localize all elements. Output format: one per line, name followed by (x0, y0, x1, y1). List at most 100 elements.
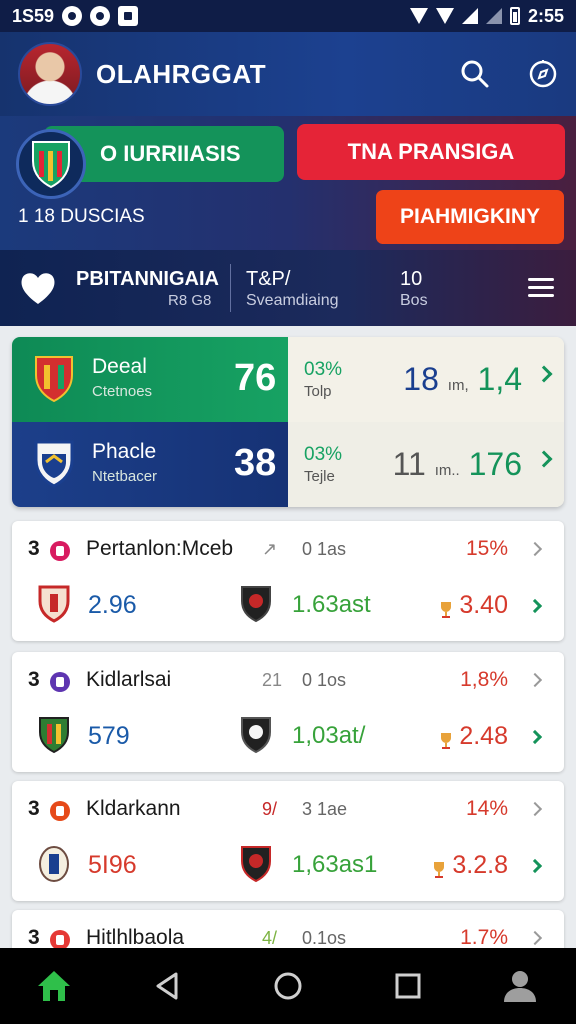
match-name: Pertanlon:Mceb (86, 537, 234, 560)
featured-row[interactable]: Phacle Ntetbacer 38 03% Tejle 11 ım.. 17… (12, 422, 564, 507)
league-count-sub: Bos (400, 292, 428, 309)
team-sub: Ctetnoes (92, 383, 153, 400)
home-odds: 5I96 (88, 851, 137, 879)
trend-indicator: 4/ (262, 928, 278, 948)
app-title: OLAHRGGAT (96, 58, 267, 89)
odds-value: 11 ım.. 176 (392, 446, 522, 482)
red-promo-button[interactable]: TNA PRANSIGA (297, 124, 565, 180)
match-rank: 3 (28, 797, 40, 820)
tip-label: Tolp (304, 383, 332, 400)
trophy-icon (439, 597, 453, 619)
home-odds: 579 (88, 722, 130, 750)
home-circle-icon[interactable] (268, 966, 308, 1006)
home-crest-icon (39, 846, 69, 882)
match-card[interactable]: 3 Kidlarlsai 21 0 1os 1,8% 579 1,03at/ 2… (12, 652, 564, 772)
team-name: Phacle (92, 440, 157, 463)
chevron-right-icon[interactable] (527, 801, 543, 817)
team-sub: Ntetbacer (92, 468, 158, 485)
promo-band: O IURRIIASIS TNA PRANSIGA PIAHMIGKINY 1 … (0, 116, 576, 250)
league-name: PBITANNIGAIA (76, 268, 219, 290)
chevron-right-icon[interactable] (527, 930, 543, 946)
search-icon[interactable] (460, 59, 490, 89)
orange-promo-button[interactable]: PIAHMIGKINY (376, 190, 564, 244)
away-crest-icon (241, 846, 271, 883)
league-badge-icon (50, 930, 70, 950)
team-score: 76 (234, 357, 277, 399)
wifi-icon-2 (435, 8, 454, 24)
status-bar: 1S59 2:55 (0, 0, 576, 32)
away-crest-icon (241, 586, 271, 623)
home-icon[interactable] (34, 966, 74, 1006)
odds-value: 18 ım, 1,4 (403, 361, 522, 397)
league-bar: PBITANNIGAIA R8 G8 T&P/ Sveamdiaing 10 B… (0, 250, 576, 326)
match-time: 3 1ae (302, 799, 348, 819)
chevron-right-icon[interactable] (527, 541, 543, 557)
status-clock: 2:55 (527, 5, 564, 26)
avatar[interactable] (18, 42, 82, 106)
signal-icon-2 (485, 8, 502, 24)
club-crest-icon (16, 129, 86, 199)
home-odds: 2.96 (88, 591, 137, 619)
draw-odds: 1.63ast (292, 591, 371, 618)
match-percent: 15% (465, 537, 508, 560)
back-icon[interactable] (148, 966, 188, 1006)
league-badge-icon (50, 801, 70, 821)
match-name: Kidlarlsai (86, 668, 172, 691)
divider (230, 264, 231, 312)
profile-icon[interactable] (500, 966, 540, 1006)
win-percent: 03% (304, 359, 343, 380)
match-percent: 14% (465, 797, 508, 820)
match-rank: 3 (28, 926, 40, 949)
away-odds: 3.40 (439, 591, 508, 620)
recents-icon[interactable] (388, 966, 428, 1006)
match-name: Kldarkann (86, 797, 181, 820)
league-badge-icon (50, 672, 70, 692)
home-crest-icon (39, 717, 69, 754)
match-card[interactable]: 3 Kldarkann 9/ 3 1ae 14% 5I96 1,63as1 3.… (12, 781, 564, 901)
win-percent: 03% (304, 444, 343, 465)
away-odds: 3.2.8 (432, 851, 508, 880)
trend-indicator: 9/ (262, 799, 278, 819)
chevron-right-icon[interactable] (527, 598, 543, 614)
trophy-icon (439, 728, 453, 750)
chevron-right-icon[interactable] (527, 858, 543, 874)
trend-indicator: ↗ (262, 539, 278, 559)
trophy-icon (432, 857, 446, 879)
chevron-right-icon[interactable] (527, 729, 543, 745)
battery-icon (509, 7, 520, 25)
chevron-right-icon[interactable] (535, 450, 553, 468)
match-time: 0 1os (302, 670, 347, 690)
notification-icon (62, 6, 83, 26)
match-time: 0 1as (302, 539, 347, 559)
notification-icon-2 (90, 6, 111, 26)
system-nav-bar (0, 948, 576, 1024)
home-crest-icon (38, 585, 70, 623)
match-percent: 1.7% (460, 926, 508, 949)
favorite-icon[interactable] (18, 268, 58, 308)
featured-row[interactable]: Deeal Ctetnoes 76 03% Tolp 18 ım, 1,4 (12, 337, 564, 422)
match-rank: 3 (28, 668, 40, 691)
league-stat-sub: Sveamdiaing (246, 292, 339, 309)
trend-indicator: 21 (262, 670, 283, 690)
app-notification-icon (118, 6, 139, 26)
chevron-right-icon[interactable] (527, 672, 543, 688)
league-badge-icon (50, 541, 70, 561)
wifi-icon (409, 8, 428, 24)
menu-icon[interactable] (528, 278, 554, 298)
away-odds: 2.48 (439, 722, 508, 751)
team-crest-icon (34, 440, 74, 488)
featured-match-card[interactable]: Deeal Ctetnoes 76 03% Tolp 18 ım, 1,4 Ph… (12, 337, 564, 507)
team-crest-icon (35, 356, 73, 403)
match-name: Hitlhlbaola (86, 926, 185, 949)
draw-odds: 1,63as1 (292, 851, 378, 878)
compass-icon[interactable] (528, 59, 558, 89)
chevron-right-icon[interactable] (535, 365, 553, 383)
signal-icon (461, 8, 478, 24)
away-crest-icon (241, 717, 271, 754)
team-name: Deeal (92, 355, 147, 378)
match-rank: 3 (28, 537, 40, 560)
match-card[interactable]: 3 Pertanlon:Mceb ↗ 0 1as 15% 2.96 1.63as… (12, 521, 564, 641)
tip-label: Tejle (304, 468, 335, 485)
match-percent: 1,8% (460, 668, 508, 691)
promo-subtitle: 1 18 DUSCIAS (18, 206, 145, 227)
